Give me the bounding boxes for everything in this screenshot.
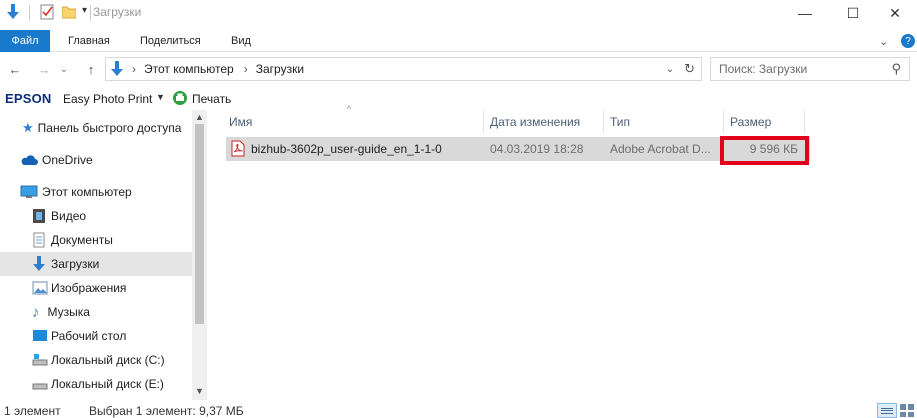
music-icon: ♪: [32, 303, 40, 321]
epson-logo: EPSON: [5, 91, 52, 106]
sidebar-item-downloads[interactable]: Загрузки: [0, 252, 192, 276]
search-input[interactable]: Поиск: Загрузки ⚲: [710, 57, 910, 81]
title-bar: ▾ Загрузки — ☐ ✕: [0, 0, 917, 26]
computer-icon: [20, 185, 38, 199]
new-folder-icon[interactable]: [61, 5, 77, 22]
sidebar-item-drive-e[interactable]: Локальный диск (E:): [0, 372, 192, 396]
sidebar-item-onedrive[interactable]: OneDrive: [0, 148, 192, 172]
tab-home[interactable]: Главная: [68, 30, 110, 52]
sidebar-item-video[interactable]: Видео: [0, 204, 192, 228]
address-dropdown-button[interactable]: ⌄: [666, 64, 674, 75]
status-bar: 1 элемент Выбран 1 элемент: 9,37 МБ: [0, 402, 917, 418]
sidebar-item-documents[interactable]: Документы: [0, 228, 192, 252]
sidebar-item-label: Локальный диск (E:): [51, 377, 164, 391]
scrollbar-thumb[interactable]: [195, 124, 204, 324]
close-button[interactable]: ✕: [872, 0, 917, 26]
pdf-icon: [231, 140, 245, 160]
forward-button[interactable]: →: [33, 58, 55, 80]
epson-toolbar: EPSON Easy Photo Print ▼ Печать: [0, 88, 917, 110]
large-icons-view-icon[interactable]: [900, 404, 914, 417]
properties-icon[interactable]: [40, 4, 54, 23]
up-button[interactable]: ↑: [80, 58, 102, 80]
refresh-button[interactable]: ↻: [684, 61, 695, 77]
breadcrumb-separator: ›: [243, 62, 248, 76]
star-icon: ★: [22, 120, 34, 135]
column-header-size[interactable]: Размер: [724, 110, 804, 134]
sidebar-item-label: Локальный диск (C:): [51, 353, 165, 367]
sidebar-item-label: Документы: [51, 233, 113, 247]
column-header-name[interactable]: Имя: [223, 110, 483, 134]
navigation-pane: ★ Панель быстрого доступа OneDrive Этот …: [0, 110, 207, 400]
search-icon: ⚲: [891, 61, 901, 76]
maximize-button[interactable]: ☐: [830, 0, 876, 26]
address-bar[interactable]: › Этот компьютер › Загрузки ⌄ ↻: [105, 57, 702, 81]
file-type: Adobe Acrobat D...: [610, 142, 711, 156]
details-view-icon[interactable]: [877, 403, 897, 418]
tab-share[interactable]: Поделиться: [140, 30, 201, 52]
back-button[interactable]: ←: [4, 58, 26, 80]
printer-icon: [172, 90, 188, 109]
sidebar-item-label: Музыка: [47, 305, 90, 319]
file-name[interactable]: bizhub-3602p_user-guide_en_1-1-0: [251, 137, 481, 161]
navigation-scrollbar[interactable]: ▲ ▼: [192, 110, 207, 400]
search-placeholder: Поиск: Загрузки: [719, 62, 808, 76]
minimize-button[interactable]: —: [782, 0, 828, 26]
download-icon: [6, 4, 20, 23]
sidebar-item-label: Панель быстрого доступа: [37, 121, 182, 135]
scroll-up-icon[interactable]: ▲: [195, 112, 204, 122]
size-highlight-box: [720, 136, 809, 165]
sidebar-item-label: OneDrive: [42, 153, 93, 167]
sidebar-item-desktop[interactable]: Рабочий стол: [0, 324, 192, 348]
sidebar-item-label: Изображения: [51, 281, 127, 295]
print-button[interactable]: Печать: [192, 92, 231, 106]
sidebar-item-pictures[interactable]: Изображения: [0, 276, 192, 300]
scroll-down-icon[interactable]: ▼: [195, 386, 204, 396]
easy-photo-print-button[interactable]: Easy Photo Print: [63, 92, 152, 106]
column-divider: [804, 110, 805, 134]
window-title: Загрузки: [93, 5, 142, 19]
download-icon: [110, 61, 124, 77]
drive-icon: [32, 353, 48, 367]
breadcrumb-separator: ›: [132, 62, 136, 76]
sidebar-item-music[interactable]: ♪ Музыка: [0, 300, 192, 324]
sidebar-item-quick-access[interactable]: ★ Панель быстрого доступа: [0, 116, 192, 140]
pictures-icon: [32, 281, 48, 295]
file-modified: 04.03.2019 18:28: [490, 142, 584, 156]
expand-ribbon-icon[interactable]: ⌄: [879, 30, 888, 52]
quick-access-separator: [90, 5, 91, 21]
easy-photo-print-dropdown-icon[interactable]: ▼: [156, 92, 165, 102]
tab-view[interactable]: Вид: [231, 30, 251, 52]
breadcrumb-this-pc[interactable]: Этот компьютер: [144, 62, 234, 76]
video-icon: [32, 208, 46, 224]
sidebar-item-label: Загрузки: [51, 257, 100, 271]
status-selection: Выбран 1 элемент: 9,37 МБ: [89, 404, 244, 418]
documents-icon: [32, 232, 46, 248]
download-icon: [32, 256, 46, 272]
column-header-type[interactable]: Тип: [604, 110, 723, 134]
sidebar-item-drive-c[interactable]: Локальный диск (C:): [0, 348, 192, 372]
column-header-date[interactable]: Дата изменения: [484, 110, 603, 134]
help-icon[interactable]: ?: [901, 34, 915, 48]
sidebar-item-label: Рабочий стол: [51, 329, 127, 343]
tab-file[interactable]: Файл: [0, 30, 50, 52]
sidebar-item-this-pc[interactable]: Этот компьютер: [0, 180, 192, 204]
cloud-icon: [20, 154, 38, 166]
desktop-icon: [32, 329, 48, 343]
drive-icon: [32, 377, 48, 391]
customize-toolbar-icon[interactable]: ▾: [82, 5, 87, 16]
breadcrumb-downloads[interactable]: Загрузки: [256, 62, 304, 76]
quick-access-separator: [29, 5, 30, 21]
ribbon-tabs: Файл Главная Поделиться Вид ⌄ ?: [0, 30, 917, 52]
status-item-count: 1 элемент: [4, 404, 61, 418]
sidebar-item-label: Этот компьютер: [42, 185, 132, 199]
sidebar-item-label: Видео: [51, 209, 87, 223]
recent-locations-button[interactable]: ⌄: [57, 58, 71, 80]
